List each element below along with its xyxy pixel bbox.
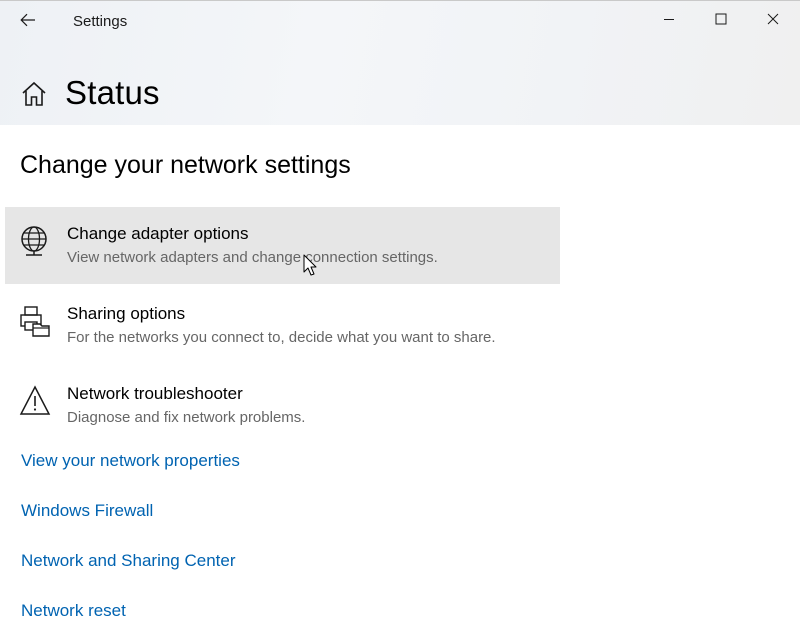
maximize-icon bbox=[715, 13, 727, 25]
network-reset-link[interactable]: Network reset bbox=[21, 601, 126, 621]
view-network-properties-link[interactable]: View your network properties bbox=[21, 451, 240, 471]
close-icon bbox=[767, 13, 779, 25]
close-button[interactable] bbox=[747, 1, 799, 37]
home-icon[interactable] bbox=[20, 80, 48, 108]
settings-window: Settings Status Change your network sett… bbox=[0, 0, 800, 628]
page-title: Status bbox=[65, 74, 160, 111]
change-adapter-options-item[interactable]: Change adapter options View network adap… bbox=[5, 207, 560, 284]
title-bar: Settings bbox=[0, 1, 800, 39]
option-title: Sharing options bbox=[67, 304, 186, 323]
minimize-button[interactable] bbox=[643, 1, 695, 37]
globe-adapter-icon bbox=[18, 224, 52, 258]
network-sharing-center-link[interactable]: Network and Sharing Center bbox=[21, 551, 236, 571]
window-title: Settings bbox=[73, 13, 128, 30]
option-title: Change adapter options bbox=[67, 224, 249, 243]
option-description: For the networks you connect to, decide … bbox=[67, 329, 496, 346]
minimize-icon bbox=[664, 19, 674, 20]
option-description: Diagnose and fix network problems. bbox=[67, 409, 306, 426]
windows-firewall-link[interactable]: Windows Firewall bbox=[21, 501, 153, 521]
section-title: Change your network settings bbox=[20, 151, 351, 179]
back-arrow-icon bbox=[20, 13, 35, 27]
network-troubleshooter-item[interactable]: Network troubleshooter Diagnose and fix … bbox=[5, 367, 560, 444]
back-button[interactable] bbox=[8, 5, 48, 35]
maximize-button[interactable] bbox=[695, 1, 747, 37]
option-title: Network troubleshooter bbox=[67, 384, 243, 403]
sharing-options-item[interactable]: Sharing options For the networks you con… bbox=[5, 287, 560, 364]
option-description: View network adapters and change connect… bbox=[67, 249, 438, 266]
sharing-printer-icon bbox=[18, 304, 52, 338]
warning-icon bbox=[18, 384, 52, 418]
